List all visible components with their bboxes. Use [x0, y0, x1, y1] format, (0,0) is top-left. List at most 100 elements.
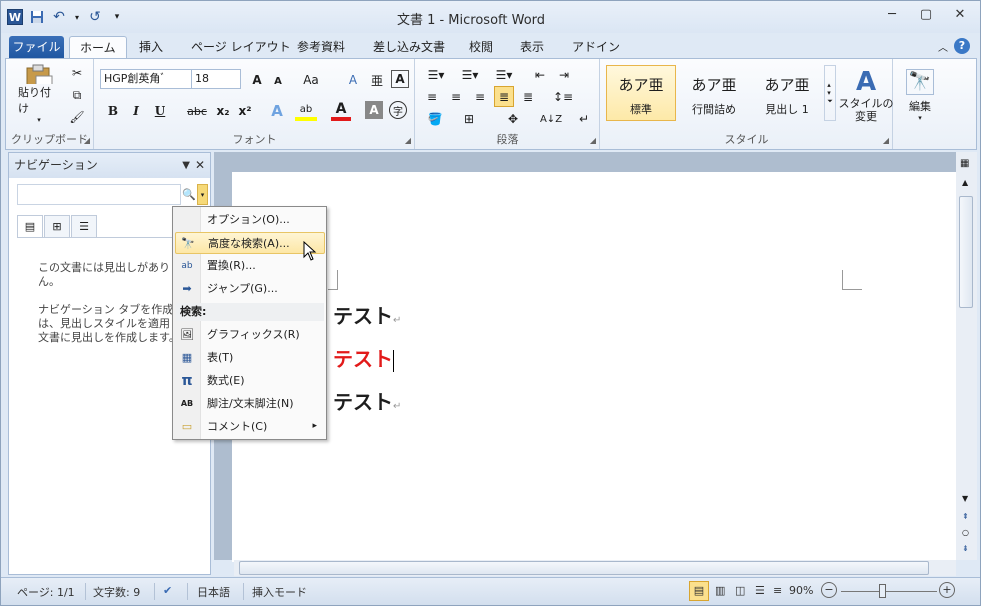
- tab-mailings[interactable]: 差し込み文書: [363, 36, 455, 59]
- print-layout-icon[interactable]: ▤: [689, 581, 709, 601]
- styles-scroll-icon[interactable]: ▴ ▾ ⏷: [824, 65, 836, 121]
- style-heading-1[interactable]: あア亜 見出し 1: [752, 65, 822, 121]
- superscript-button[interactable]: x²: [235, 101, 255, 121]
- italic-button[interactable]: I: [126, 101, 146, 121]
- paragraph-launcher-icon[interactable]: ◢: [590, 136, 596, 145]
- highlight-button[interactable]: ab: [295, 101, 317, 121]
- multilevel-list-icon[interactable]: ☰▾: [490, 65, 518, 85]
- zoom-slider-thumb[interactable]: [879, 584, 886, 598]
- show-marks-icon[interactable]: ↵: [574, 109, 594, 129]
- character-shading-button[interactable]: A: [365, 101, 383, 119]
- strikethrough-button[interactable]: abc: [185, 101, 209, 121]
- grow-font-button[interactable]: A: [247, 70, 267, 90]
- subscript-button[interactable]: x₂: [213, 101, 233, 121]
- change-case-button[interactable]: Aa: [298, 70, 324, 90]
- increase-indent-icon[interactable]: ⇥: [554, 65, 574, 85]
- tab-page-layout[interactable]: ページ レイアウト: [181, 36, 301, 59]
- font-name-select[interactable]: HGP創英角ﾞ: [100, 69, 192, 89]
- character-border-button[interactable]: A: [391, 70, 409, 88]
- format-painter-icon[interactable]: 🖌: [68, 108, 86, 126]
- insert-mode[interactable]: 挿入モード: [252, 584, 307, 600]
- edit-button[interactable]: 🔭 編集 ▾: [902, 63, 938, 127]
- clipboard-launcher-icon[interactable]: ◢: [84, 136, 90, 145]
- help-icon[interactable]: ?: [954, 38, 970, 54]
- sort-icon[interactable]: A↓Z: [540, 109, 562, 129]
- menu-item-table[interactable]: ▦ 表(T): [175, 347, 325, 369]
- web-layout-icon[interactable]: ◫: [735, 584, 745, 597]
- cut-icon[interactable]: ✂: [68, 64, 86, 82]
- clear-format-button[interactable]: A: [343, 70, 363, 90]
- maximize-button[interactable]: ▢: [916, 7, 936, 25]
- justify-icon[interactable]: ≣: [494, 86, 514, 107]
- phonetic-guide-button[interactable]: 亜: [367, 70, 387, 90]
- styles-launcher-icon[interactable]: ◢: [883, 136, 889, 145]
- close-button[interactable]: ✕: [950, 7, 970, 25]
- minimize-ribbon-icon[interactable]: ︿: [938, 39, 948, 54]
- document-page[interactable]: テスト↵ テスト テスト↵: [232, 172, 956, 562]
- font-launcher-icon[interactable]: ◢: [405, 136, 411, 145]
- line-spacing-icon[interactable]: ↕≡: [550, 87, 576, 107]
- change-styles-button[interactable]: A スタイルの 変更: [839, 63, 894, 127]
- zoom-out-button[interactable]: −: [821, 582, 837, 598]
- vertical-scroll-thumb[interactable]: [959, 196, 973, 308]
- style-normal[interactable]: あア亜 標準: [606, 65, 676, 121]
- bold-button[interactable]: B: [103, 101, 123, 121]
- menu-item-footnote[interactable]: AB 脚注/文末脚注(N): [175, 393, 325, 415]
- search-icon[interactable]: 🔍: [181, 184, 197, 205]
- font-size-select[interactable]: 18: [191, 69, 241, 89]
- outline-icon[interactable]: ☰: [755, 584, 765, 597]
- scroll-up-icon[interactable]: ▲: [962, 178, 968, 187]
- word-count[interactable]: 文字数: 9: [93, 584, 140, 600]
- vertical-scrollbar[interactable]: ▦ ▲ ▼ ⇞ ○ ⇟: [956, 152, 977, 560]
- horizontal-scroll-thumb[interactable]: [239, 561, 929, 575]
- tab-pages[interactable]: ⊞: [44, 215, 70, 238]
- shading-icon[interactable]: 🪣: [422, 109, 448, 129]
- tab-home[interactable]: ホーム: [69, 36, 127, 59]
- numbering-icon[interactable]: ☰▾: [456, 65, 484, 85]
- menu-item-graphics[interactable]: 🖼 グラフィックス(R): [175, 324, 325, 346]
- previous-page-icon[interactable]: ⇞: [962, 512, 969, 521]
- align-right-icon[interactable]: ≡: [470, 87, 490, 107]
- shrink-font-button[interactable]: A: [269, 72, 287, 90]
- zoom-slider[interactable]: [841, 591, 937, 592]
- align-left-icon[interactable]: ≡: [422, 87, 442, 107]
- scroll-down-icon[interactable]: ▼: [962, 494, 968, 503]
- menu-item-equation[interactable]: π 数式(E): [175, 370, 325, 392]
- horizontal-scrollbar[interactable]: [234, 560, 956, 576]
- distributed-icon[interactable]: ≣: [518, 87, 538, 107]
- tab-headings[interactable]: ▤: [17, 215, 43, 238]
- copy-icon[interactable]: ⧉: [68, 86, 86, 104]
- menu-item-comment[interactable]: ▭ コメント(C) ▸: [175, 416, 325, 438]
- pane-options-icon[interactable]: ▼: [182, 153, 190, 178]
- align-center-icon[interactable]: ≡: [446, 87, 466, 107]
- tab-review[interactable]: 校閲: [459, 36, 503, 59]
- tab-addins[interactable]: アドイン: [562, 36, 630, 59]
- full-screen-reading-icon[interactable]: ▥: [715, 584, 725, 597]
- menu-item-goto[interactable]: ➡ ジャンプ(G)...: [175, 278, 325, 300]
- draft-icon[interactable]: ≡: [773, 584, 782, 597]
- text-effects-button[interactable]: A: [267, 101, 287, 121]
- enclose-characters-button[interactable]: 字: [389, 101, 407, 119]
- menu-item-options[interactable]: オプション(O)...: [175, 209, 325, 231]
- asian-layout-icon[interactable]: ✥: [500, 109, 526, 129]
- document-line[interactable]: テスト↵: [333, 300, 401, 329]
- borders-icon[interactable]: ⊞: [456, 109, 482, 129]
- search-options-dropdown-icon[interactable]: ▾: [197, 184, 208, 205]
- language[interactable]: 日本語: [197, 584, 230, 600]
- decrease-indent-icon[interactable]: ⇤: [530, 65, 550, 85]
- pane-close-icon[interactable]: ✕: [195, 153, 205, 178]
- navigation-search-input[interactable]: [17, 184, 181, 205]
- proofing-icon[interactable]: ✔: [163, 584, 172, 597]
- zoom-in-button[interactable]: +: [939, 582, 955, 598]
- document-line[interactable]: テスト↵: [333, 386, 401, 415]
- tab-references[interactable]: 参考資料: [287, 36, 355, 59]
- next-page-icon[interactable]: ⇟: [962, 544, 969, 553]
- tab-insert[interactable]: 挿入: [129, 36, 173, 59]
- font-color-button[interactable]: A: [331, 101, 351, 121]
- page-count[interactable]: ページ: 1/1: [17, 584, 75, 600]
- underline-button[interactable]: U: [150, 101, 170, 121]
- browse-object-icon[interactable]: ○: [962, 528, 969, 537]
- style-no-spacing[interactable]: あア亜 行間詰め: [679, 65, 749, 121]
- ruler-toggle-icon[interactable]: ▦: [960, 158, 969, 169]
- minimize-button[interactable]: ─: [882, 7, 902, 25]
